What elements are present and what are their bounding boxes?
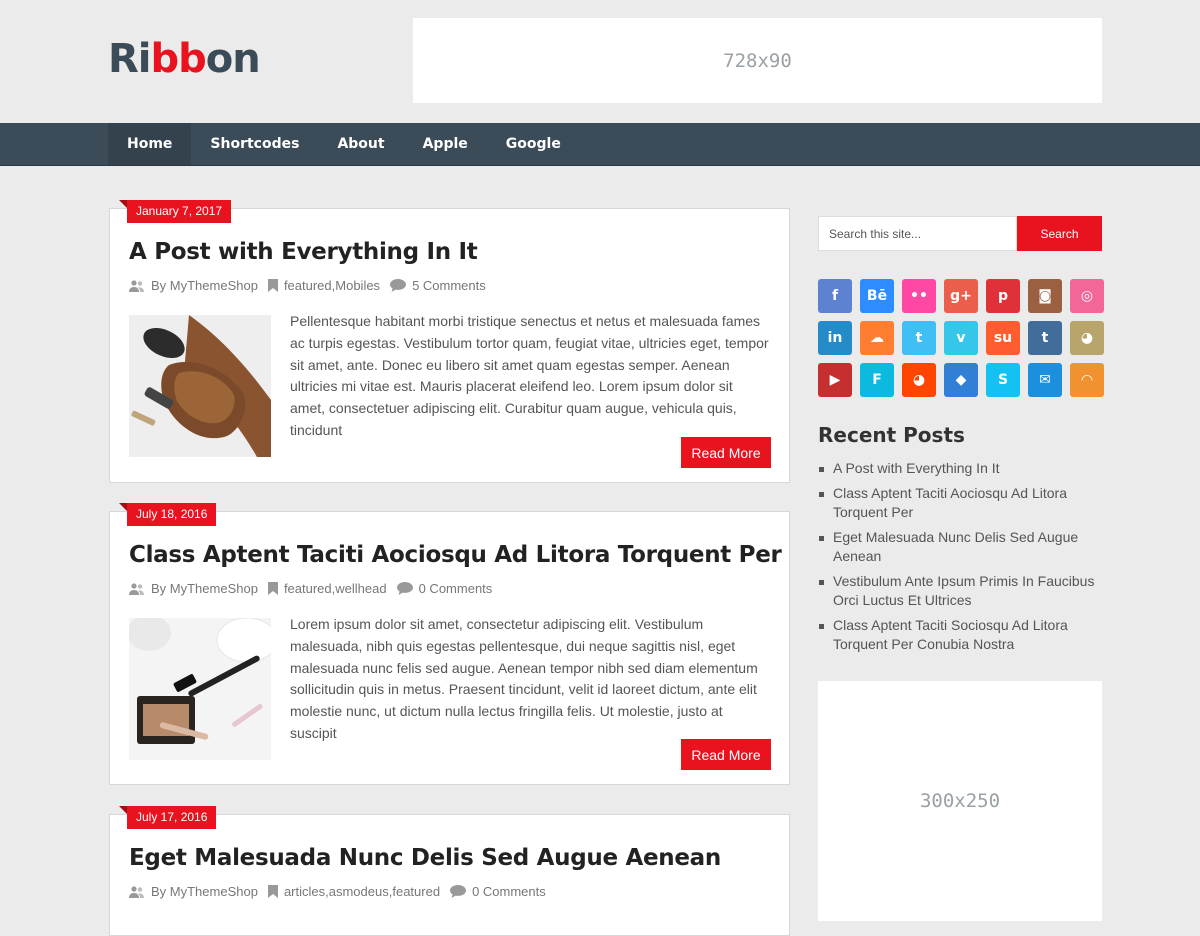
pinterest-icon[interactable]: p xyxy=(986,279,1020,313)
post-title-link[interactable]: Class Aptent Taciti Aociosqu Ad Litora T… xyxy=(129,542,782,568)
header-ad-banner[interactable]: 728x90 xyxy=(413,18,1102,103)
social-icons-grid: f Bē •• g+ p ◙ ◎ in ☁ t v su t ◕ ▶ F ◕ ◆ S ✉ ◠ xyxy=(818,279,1108,397)
post-meta: By MyThemeShop featured, wellhead 0 Comm… xyxy=(129,581,492,596)
foursquare-icon[interactable]: F xyxy=(860,363,894,397)
post-category-link[interactable]: asmodeus xyxy=(329,884,389,899)
email-icon[interactable]: ✉ xyxy=(1028,363,1062,397)
sidebar-ad-banner[interactable]: 300x250 xyxy=(818,681,1102,921)
stumbleupon-icon[interactable]: su xyxy=(986,321,1020,355)
post-comments-link[interactable]: 0 Comments xyxy=(419,581,493,596)
recent-post-link[interactable]: Eget Malesuada Nunc Delis Sed Augue Aene… xyxy=(833,529,1078,564)
list-item: Class Aptent Taciti Aociosqu Ad Litora T… xyxy=(818,484,1102,522)
search-form: Search xyxy=(818,216,1102,251)
vimeo-icon[interactable]: v xyxy=(944,321,978,355)
author-icon xyxy=(129,885,144,898)
recent-post-link[interactable]: A Post with Everything In It xyxy=(833,460,1000,476)
post-author[interactable]: By MyThemeShop xyxy=(151,581,258,596)
bookmark-icon xyxy=(267,885,278,898)
list-item: Eget Malesuada Nunc Delis Sed Augue Aene… xyxy=(818,528,1102,566)
nav-item-about[interactable]: About xyxy=(318,123,403,165)
google-plus-icon[interactable]: g+ xyxy=(944,279,978,313)
comment-icon xyxy=(390,279,407,292)
nav-item-shortcodes[interactable]: Shortcodes xyxy=(191,123,318,165)
recent-post-link[interactable]: Class Aptent Taciti Sociosqu Ad Litora T… xyxy=(833,617,1068,652)
nav-item-google[interactable]: Google xyxy=(487,123,580,165)
post-title-link[interactable]: A Post with Everything In It xyxy=(129,239,478,265)
post-author[interactable]: By MyThemeShop xyxy=(151,278,258,293)
list-item: A Post with Everything In It xyxy=(818,459,1102,478)
post-thumbnail-bag[interactable] xyxy=(129,315,271,457)
search-button[interactable]: Search xyxy=(1017,216,1102,251)
post-date-badge: July 18, 2016 xyxy=(118,503,217,526)
author-icon xyxy=(129,582,144,595)
post-date-badge: July 17, 2016 xyxy=(118,806,217,829)
logo-text-start: Ri xyxy=(108,36,152,82)
tumblr-icon[interactable]: t xyxy=(1028,321,1062,355)
instagram-icon[interactable]: ◙ xyxy=(1028,279,1062,313)
post-excerpt: Pellentesque habitant morbi tristique se… xyxy=(290,313,769,438)
post-category-link[interactable]: featured xyxy=(392,884,440,899)
post-comments-link[interactable]: 5 Comments xyxy=(412,278,486,293)
post-title-link[interactable]: Eget Malesuada Nunc Delis Sed Augue Aene… xyxy=(129,845,721,871)
main-navigation: Home Shortcodes About Apple Google xyxy=(0,123,1200,166)
post-meta: By MyThemeShop featured, Mobiles 5 Comme… xyxy=(129,278,486,293)
post-date-badge: January 7, 2017 xyxy=(118,200,232,223)
dropbox-icon[interactable]: ◆ xyxy=(944,363,978,397)
post-comments-link[interactable]: 0 Comments xyxy=(472,884,546,899)
search-input[interactable] xyxy=(818,216,1017,251)
nav-item-apple[interactable]: Apple xyxy=(404,123,487,165)
bookmark-icon xyxy=(267,279,278,292)
author-icon xyxy=(129,279,144,292)
recent-posts-title: Recent Posts xyxy=(818,423,965,447)
nav-item-home[interactable]: Home xyxy=(108,123,192,165)
post-meta: By MyThemeShop articles, asmodeus, featu… xyxy=(129,884,546,899)
twitter-icon[interactable]: t xyxy=(902,321,936,355)
post-author[interactable]: By MyThemeShop xyxy=(151,884,258,899)
facebook-icon[interactable]: f xyxy=(818,279,852,313)
comment-icon xyxy=(396,582,413,595)
read-more-button[interactable]: Read More xyxy=(681,437,771,468)
post-excerpt: Lorem ipsum dolor sit amet, consectetur … xyxy=(290,616,758,741)
logo-text-red: bb xyxy=(150,36,207,82)
linkedin-icon[interactable]: in xyxy=(818,321,852,355)
youtube-icon[interactable]: ▶ xyxy=(818,363,852,397)
dribbble-icon[interactable]: ◎ xyxy=(1070,279,1104,313)
recent-posts-list: A Post with Everything In It Class Apten… xyxy=(818,459,1102,660)
post-category-link[interactable]: featured xyxy=(284,278,332,293)
post-card: January 7, 2017 A Post with Everything I… xyxy=(109,200,790,483)
post-category-link[interactable]: articles xyxy=(284,884,325,899)
skype-icon[interactable]: S xyxy=(986,363,1020,397)
bookmark-icon xyxy=(267,582,278,595)
post-category-link[interactable]: Mobiles xyxy=(335,278,380,293)
logo-text-end: on xyxy=(205,36,261,82)
github-icon[interactable]: ◕ xyxy=(1070,321,1104,355)
page: Ribbon 728x90 Home Shortcodes About Appl… xyxy=(0,0,1200,936)
comment-icon xyxy=(450,885,467,898)
post-category-link[interactable]: featured xyxy=(284,581,332,596)
list-item: Vestibulum Ante Ipsum Primis In Faucibus… xyxy=(818,572,1102,610)
read-more-button[interactable]: Read More xyxy=(681,739,771,770)
list-item: Class Aptent Taciti Sociosqu Ad Litora T… xyxy=(818,616,1102,654)
rss-icon[interactable]: ◠ xyxy=(1070,363,1104,397)
recent-post-link[interactable]: Class Aptent Taciti Aociosqu Ad Litora T… xyxy=(833,485,1067,520)
post-thumbnail-makeup[interactable] xyxy=(129,618,271,760)
post-card: July 17, 2016 Eget Malesuada Nunc Delis … xyxy=(109,806,790,936)
reddit-icon[interactable]: ◕ xyxy=(902,363,936,397)
post-category-link[interactable]: wellhead xyxy=(335,581,386,596)
flickr-icon[interactable]: •• xyxy=(902,279,936,313)
site-logo[interactable]: Ribbon xyxy=(108,36,261,82)
recent-post-link[interactable]: Vestibulum Ante Ipsum Primis In Faucibus… xyxy=(833,573,1094,608)
post-card: July 18, 2016 Class Aptent Taciti Aocios… xyxy=(109,503,790,785)
behance-icon[interactable]: Bē xyxy=(860,279,894,313)
soundcloud-icon[interactable]: ☁ xyxy=(860,321,894,355)
